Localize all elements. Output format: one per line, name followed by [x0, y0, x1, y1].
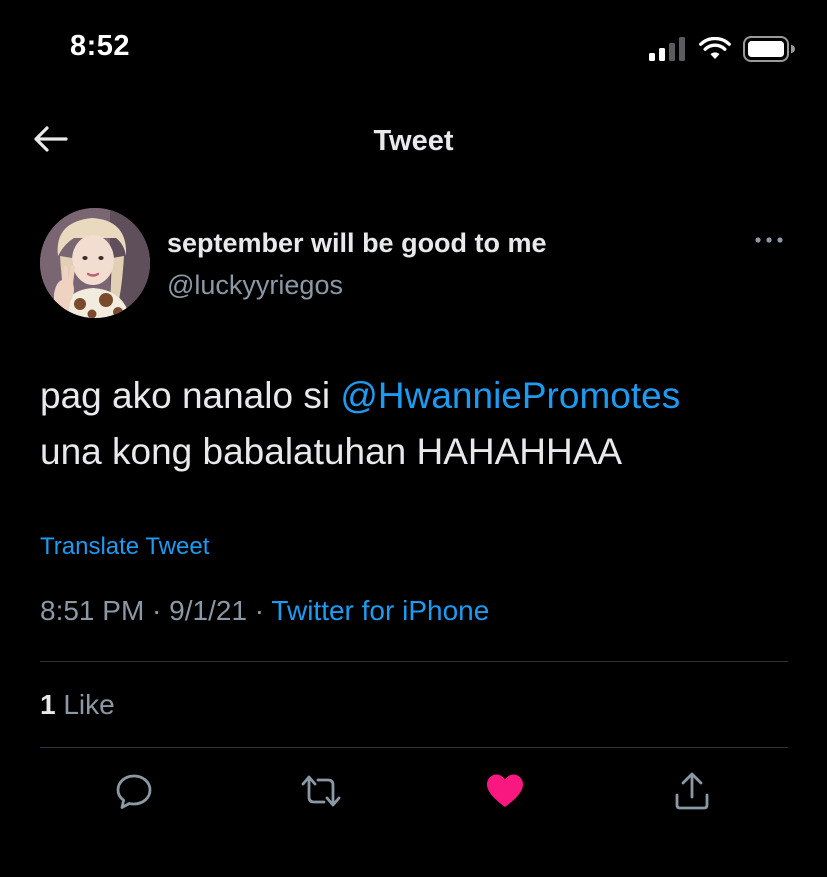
status-icons [649, 36, 795, 67]
status-bar: 8:52 [0, 0, 827, 100]
share-icon [673, 771, 711, 816]
translate-tweet-link[interactable]: Translate Tweet [40, 533, 209, 561]
share-button[interactable] [667, 770, 717, 816]
author-handle[interactable]: @luckyyriegos [167, 270, 343, 301]
meta-separator: · [144, 595, 170, 626]
page-title: Tweet [373, 125, 454, 157]
status-time: 8:52 [70, 30, 131, 62]
tweet-actions [0, 770, 827, 820]
reply-button[interactable] [109, 770, 159, 816]
tweet-text-line-1: pag ako nanalo si @HwanniePromotes [40, 368, 810, 424]
retweet-icon [299, 773, 343, 814]
tweet-text-line-2: una kong babalatuhan HAHAHHAA [40, 431, 623, 472]
retweet-button[interactable] [296, 770, 346, 816]
divider [40, 747, 788, 748]
author-display-name[interactable]: september will be good to me [167, 228, 547, 259]
tweet-text: pag ako nanalo si @HwanniePromotes una k… [40, 368, 810, 480]
like-icon [485, 773, 525, 814]
wifi-icon [699, 36, 731, 66]
nav-bar: Tweet [0, 105, 827, 175]
mention-link[interactable]: @HwanniePromotes [340, 375, 680, 416]
tweet-meta: 8:51 PM · 9/1/21 · Twitter for iPhone [40, 595, 489, 627]
avatar[interactable] [40, 208, 150, 318]
battery-icon [743, 36, 795, 67]
divider [40, 661, 788, 662]
tweet-author: september will be good to me @luckyyrieg… [40, 208, 790, 320]
like-button[interactable] [480, 770, 530, 816]
tweet-source-link[interactable]: Twitter for iPhone [271, 595, 489, 626]
tweet-text-prefix: pag ako nanalo si [40, 375, 341, 416]
reply-icon [115, 772, 153, 815]
cellular-signal-icon [649, 37, 687, 66]
likes-label: Like [55, 689, 115, 720]
more-horizontal-icon [754, 231, 784, 249]
meta-separator: · [247, 595, 272, 626]
tweet-time: 8:51 PM [40, 595, 145, 626]
more-options-button[interactable] [752, 230, 786, 250]
likes-count: 1 [40, 689, 56, 720]
tweet-date: 9/1/21 [169, 595, 248, 626]
likes-summary[interactable]: 1 Like [40, 689, 115, 721]
